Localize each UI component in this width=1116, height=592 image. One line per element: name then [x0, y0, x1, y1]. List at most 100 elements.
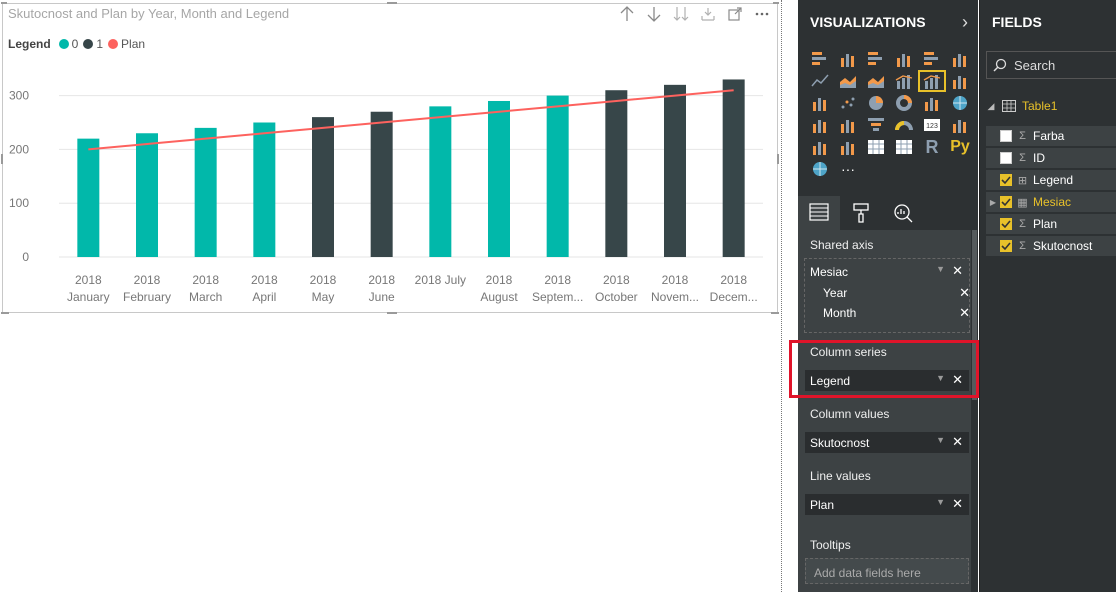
funnel-icon[interactable] — [862, 114, 890, 136]
field-name: ID — [1033, 151, 1045, 165]
dropdown-arrow-icon[interactable]: ▼ — [936, 264, 945, 274]
fields-wells-tab-icon[interactable] — [798, 196, 840, 230]
collapse-triangle-icon[interactable]: ◢ — [980, 101, 1002, 112]
field-checkbox[interactable] — [1000, 130, 1012, 142]
field-checkbox[interactable] — [1000, 240, 1012, 252]
field-checkbox[interactable] — [1000, 218, 1012, 230]
more-options-icon[interactable] — [748, 6, 775, 26]
table-icon[interactable] — [862, 136, 890, 158]
stacked-bar-chart-icon[interactable] — [806, 48, 834, 70]
column-values-field-chip[interactable]: Skutocnost ▼ ✕ — [805, 432, 969, 453]
dropdown-arrow-icon[interactable]: ▼ — [936, 435, 945, 445]
table-icon — [1002, 100, 1016, 112]
clustered-column-chart-icon[interactable] — [890, 48, 918, 70]
field-checkbox[interactable] — [1000, 174, 1012, 186]
line-and-clustered-column-chart-icon[interactable] — [918, 70, 946, 92]
page-boundary — [781, 0, 782, 592]
shape-map-icon[interactable] — [834, 114, 862, 136]
expand-triangle-icon[interactable]: ▶ — [986, 198, 1000, 207]
treemap-icon[interactable] — [918, 92, 946, 114]
100-stacked-bar-chart-icon[interactable] — [918, 48, 946, 70]
resize-handle-ml[interactable] — [1, 154, 3, 164]
r-visual-icon[interactable]: R — [918, 136, 946, 158]
ribbon-chart-icon[interactable] — [946, 70, 974, 92]
gauge-icon[interactable] — [890, 114, 918, 136]
bar-0-6 — [429, 106, 452, 257]
report-canvas[interactable]: 0 100 200 300 2018 January 2018 February 2018 Mar… — [0, 0, 784, 592]
resize-handle-bc[interactable] — [387, 312, 397, 314]
y-tick-label: 200 — [9, 142, 29, 156]
sigma-icon: Σ — [1019, 130, 1026, 142]
resize-handle-br[interactable] — [771, 312, 779, 314]
field-item-plan[interactable]: Σ Plan — [986, 214, 1116, 234]
combo-chart-visual[interactable]: 0 100 200 300 2018 January 2018 February 2018 Mar… — [1, 2, 779, 314]
resize-handle-tc[interactable] — [387, 2, 397, 4]
scatter-chart-icon[interactable] — [834, 92, 862, 114]
field-item-mesiac[interactable]: ▶ ▦ Mesiac — [986, 192, 1116, 212]
bar-1-11 — [722, 79, 745, 258]
x-tick-label-year: 2018 — [544, 273, 571, 287]
remove-field-icon[interactable]: ✕ — [952, 434, 963, 450]
shared-axis-field-chip[interactable]: Mesiac ▼ ✕ — [805, 261, 969, 282]
area-chart-icon[interactable] — [834, 70, 862, 92]
dropdown-arrow-icon[interactable]: ▼ — [936, 497, 945, 507]
shared-axis-sub-item-month[interactable]: Month ✕ — [817, 304, 971, 322]
clustered-bar-chart-icon[interactable] — [862, 48, 890, 70]
stacked-column-chart-icon[interactable] — [834, 48, 862, 70]
focus-mode-icon[interactable] — [721, 6, 748, 26]
filled-map-icon[interactable] — [806, 114, 834, 136]
field-checkbox[interactable] — [1000, 196, 1012, 208]
field-item-skutocnost[interactable]: Σ Skutocnost — [986, 236, 1116, 256]
card-icon[interactable]: 123 — [918, 114, 946, 136]
map-icon[interactable] — [946, 92, 974, 114]
arcgis-map-icon[interactable] — [806, 158, 834, 180]
fields-search-input[interactable]: Search — [986, 51, 1116, 79]
matrix-icon[interactable] — [890, 136, 918, 158]
tooltips-drop-zone[interactable]: Add data fields here — [805, 558, 969, 584]
shared-axis-well[interactable]: Mesiac ▼ ✕ Year ✕ Month ✕ — [804, 258, 970, 333]
drill-down-icon[interactable] — [640, 6, 667, 26]
expand-hierarchy-icon[interactable] — [694, 6, 721, 26]
remove-field-icon[interactable]: ✕ — [952, 496, 963, 512]
field-item-legend[interactable]: ⊞ Legend — [986, 170, 1116, 190]
remove-field-icon[interactable]: ✕ — [952, 263, 963, 279]
remove-field-icon[interactable]: ✕ — [959, 305, 970, 321]
100-stacked-column-chart-icon[interactable] — [946, 48, 974, 70]
slicer-icon[interactable] — [834, 136, 862, 158]
multi-row-card-icon[interactable] — [946, 114, 974, 136]
pie-chart-icon[interactable] — [862, 92, 890, 114]
field-checkbox[interactable] — [1000, 152, 1012, 164]
sigma-icon: Σ — [1019, 240, 1026, 252]
table-node[interactable]: ◢ Table1 — [980, 96, 1116, 116]
field-item-farba[interactable]: Σ Farba — [986, 126, 1116, 146]
expand-all-icon[interactable] — [667, 6, 694, 26]
legend-item-1[interactable]: 1 — [83, 37, 103, 51]
legend-item-0[interactable]: 0 — [58, 37, 78, 51]
resize-handle-tr[interactable] — [773, 2, 779, 4]
waterfall-chart-icon[interactable] — [806, 92, 834, 114]
line-values-field-chip[interactable]: Plan ▼ ✕ — [805, 494, 969, 515]
python-visual-icon[interactable]: Py — [946, 136, 974, 158]
format-paint-roller-icon[interactable] — [840, 196, 882, 230]
y-tick-label: 100 — [9, 196, 29, 210]
legend-item-plan[interactable]: Plan — [108, 37, 145, 51]
donut-chart-icon[interactable] — [890, 92, 918, 114]
line-chart-icon[interactable] — [806, 70, 834, 92]
shared-axis-sub-item-year[interactable]: Year ✕ — [817, 284, 971, 302]
collapse-chevron-icon[interactable]: › — [962, 12, 968, 33]
more-visuals-icon[interactable]: ··· — [834, 158, 862, 180]
visual-header-toolbar — [613, 6, 775, 26]
drill-up-icon[interactable] — [613, 6, 640, 26]
field-item-id[interactable]: Σ ID — [986, 148, 1116, 168]
stacked-area-chart-icon[interactable] — [862, 70, 890, 92]
resize-handle-tl[interactable] — [1, 2, 7, 4]
resize-handle-bl[interactable] — [1, 312, 9, 314]
kpi-icon[interactable] — [806, 136, 834, 158]
line-and-stacked-column-chart-icon[interactable] — [890, 70, 918, 92]
resize-handle-mr[interactable] — [777, 154, 779, 164]
analytics-magnifier-icon[interactable] — [882, 196, 924, 230]
x-tick-label-year: 2018 — [720, 273, 747, 287]
bar-1-10 — [664, 84, 686, 257]
remove-field-icon[interactable]: ✕ — [959, 285, 970, 301]
wells-scrollbar[interactable] — [971, 230, 978, 592]
